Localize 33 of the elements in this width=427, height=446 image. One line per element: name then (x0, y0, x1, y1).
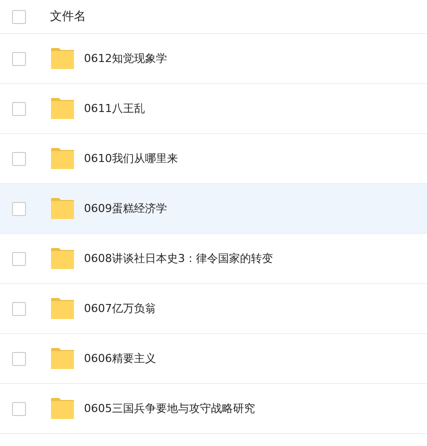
folder-name[interactable]: 0609蛋糕经济学 (84, 201, 167, 216)
folder-name[interactable]: 0612知觉现象学 (84, 51, 167, 66)
folder-name[interactable]: 0608讲谈社日本史3：律令国家的转变 (84, 251, 273, 266)
file-row[interactable]: 0607亿万负翁 (0, 284, 427, 334)
row-checkbox[interactable] (12, 202, 26, 216)
folder-icon (51, 398, 74, 419)
folder-name[interactable]: 0607亿万负翁 (84, 301, 156, 316)
folder-icon (51, 98, 74, 119)
row-checkbox[interactable] (12, 252, 26, 266)
file-row[interactable]: 0608讲谈社日本史3：律令国家的转变 (0, 234, 427, 284)
file-row[interactable]: 0609蛋糕经济学 (0, 184, 427, 234)
row-checkbox[interactable] (12, 102, 26, 116)
folder-icon (51, 348, 74, 369)
folder-icon (51, 148, 74, 169)
folder-icon (51, 298, 74, 319)
row-checkbox[interactable] (12, 52, 26, 66)
row-checkbox[interactable] (12, 152, 26, 166)
select-all-checkbox[interactable] (12, 10, 26, 24)
column-header[interactable]: 文件名 (50, 8, 86, 25)
row-checkbox[interactable] (12, 302, 26, 316)
row-checkbox[interactable] (12, 352, 26, 366)
file-row[interactable]: 0611八王乱 (0, 84, 427, 134)
file-row[interactable]: 0606精要主义 (0, 334, 427, 384)
file-row[interactable]: 0612知觉现象学 (0, 34, 427, 84)
row-checkbox[interactable] (12, 402, 26, 416)
file-row[interactable]: 0605三国兵争要地与攻守战略研究 (0, 384, 427, 434)
folder-name[interactable]: 0610我们从哪里来 (84, 151, 178, 166)
folder-icon (51, 48, 74, 69)
folder-name[interactable]: 0605三国兵争要地与攻守战略研究 (84, 401, 255, 416)
folder-name[interactable]: 0611八王乱 (84, 101, 145, 116)
folder-icon (51, 248, 74, 269)
folder-name[interactable]: 0606精要主义 (84, 351, 156, 366)
folder-icon (51, 198, 74, 219)
